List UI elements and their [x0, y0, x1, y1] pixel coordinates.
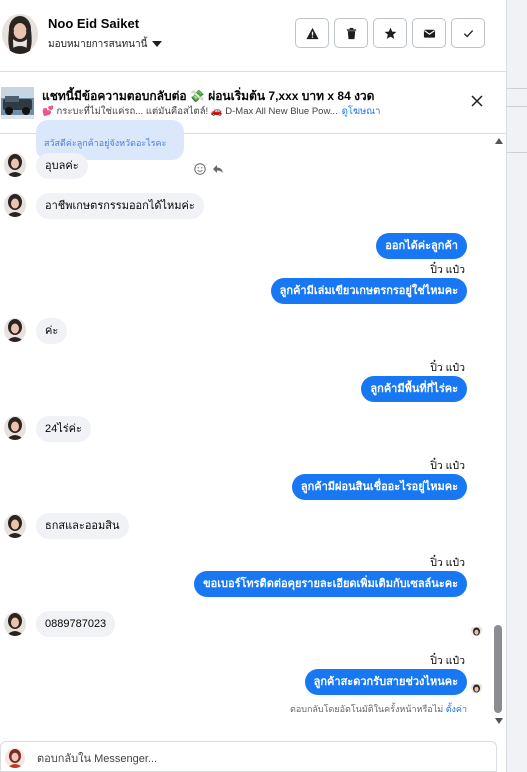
message-actions: [194, 163, 224, 175]
view-ad-link[interactable]: ดูโฆษณา: [342, 106, 381, 117]
sender-label: ปิ๋ว แป๋ว: [430, 362, 465, 374]
seen-avatar: [471, 682, 482, 693]
outgoing-message[interactable]: ลูกค้ามีพื้นที่กี่ไร่คะ: [361, 376, 467, 402]
auto-reply-note: ตอบกลับโดยอัตโนมัติในครั้งหน้าหรือไม่ ตั…: [290, 702, 467, 716]
outgoing-message[interactable]: ออกได้ค่ะลูกค้า: [376, 233, 467, 259]
reply-icon[interactable]: [212, 163, 224, 175]
conversation-header: Noo Eid Saiket มอบหมายการสนทนานี้: [0, 0, 507, 72]
incoming-message[interactable]: อุบลค่ะ: [36, 153, 88, 179]
scroll-thumb[interactable]: [494, 625, 502, 713]
close-icon[interactable]: [470, 94, 484, 108]
divider: [507, 106, 527, 107]
divider: [507, 152, 527, 153]
sender-label: ปิ๋ว แป๋ว: [430, 460, 465, 472]
conversation-window: Noo Eid Saiket มอบหมายการสนทนานี้ แชทนี้…: [0, 0, 527, 772]
outgoing-message[interactable]: ลูกค้าสะดวกรับสายช่วงไหนคะ: [304, 669, 467, 695]
contact-avatar-small: [4, 416, 26, 440]
delete-button[interactable]: [334, 18, 368, 48]
assign-conversation-dropdown[interactable]: มอบหมายการสนทนานี้: [48, 37, 163, 52]
ad-description: 💕 กระบะที่ไม่ใช่แค่รถ... แต่มันคือสไตล์!…: [42, 104, 380, 119]
contact-avatar-small: [4, 153, 26, 177]
incoming-message[interactable]: 24ไร่ค่ะ: [36, 416, 91, 442]
trash-icon: [346, 27, 356, 39]
ad-thumbnail[interactable]: [1, 87, 34, 124]
chevron-down-icon: [152, 41, 163, 48]
star-button[interactable]: [373, 18, 407, 48]
assign-label: มอบหมายการสนทนานี้: [48, 39, 148, 50]
ad-text: 💕 กระบะที่ไม่ใช่แค่รถ... แต่มันคือสไตล์!…: [42, 106, 338, 117]
sender-label: ปิ๋ว แป๋ว: [430, 557, 465, 569]
incoming-message[interactable]: ธกสและออมสิน: [36, 513, 129, 539]
sender-label: ปิ๋ว แป๋ว: [430, 655, 465, 667]
conversation-panel: Noo Eid Saiket มอบหมายการสนทนานี้ แชทนี้…: [0, 0, 507, 772]
star-icon: [384, 27, 396, 39]
contact-avatar-small: [4, 514, 26, 538]
mark-unread-button[interactable]: [412, 18, 446, 48]
contact-name[interactable]: Noo Eid Saiket: [48, 16, 139, 31]
emoji-react-icon[interactable]: [194, 163, 206, 175]
warning-icon: [305, 27, 319, 39]
seen-avatar: [471, 625, 482, 636]
reply-composer: [0, 741, 497, 772]
outgoing-message[interactable]: ลูกค้ามีเล่มเขียวเกษตรกรอยู่ใช่ไหมคะ: [270, 278, 467, 304]
side-panel-edge: [507, 0, 527, 772]
mark-done-button[interactable]: [451, 18, 485, 48]
incoming-message[interactable]: 0889787023: [36, 611, 116, 637]
incoming-message[interactable]: ค่ะ: [36, 318, 68, 344]
auto-reply-settings-link[interactable]: ตั้งค่า: [446, 704, 467, 714]
outgoing-message[interactable]: ขอเบอร์โทรติดต่อคุยรายละเอียดเพิ่มเติมกั…: [194, 571, 467, 597]
page-avatar: [5, 748, 25, 768]
scroll-down-icon[interactable]: [495, 718, 503, 724]
reply-input[interactable]: [37, 750, 477, 768]
auto-reply-text: ตอบกลับโดยอัตโนมัติในครั้งหน้าหรือไม่: [290, 704, 444, 714]
check-icon: [463, 29, 473, 37]
outgoing-message[interactable]: ลูกค้ามีผ่อนสินเชื่ออะไรอยู่ไหมคะ: [291, 474, 467, 500]
contact-avatar-small: [4, 193, 26, 217]
contact-avatar-small: [4, 318, 26, 342]
scroll-up-icon[interactable]: [495, 138, 503, 144]
contact-avatar[interactable]: [2, 14, 38, 54]
mail-icon: [423, 29, 435, 38]
sender-label: ปิ๋ว แป๋ว: [430, 264, 465, 276]
header-actions: [295, 18, 485, 48]
incoming-message[interactable]: อาชีพเกษตรกรรมออกได้ไหมค่ะ: [36, 193, 204, 219]
contact-avatar-small: [4, 612, 26, 636]
divider: [507, 88, 527, 89]
report-button[interactable]: [295, 18, 329, 48]
